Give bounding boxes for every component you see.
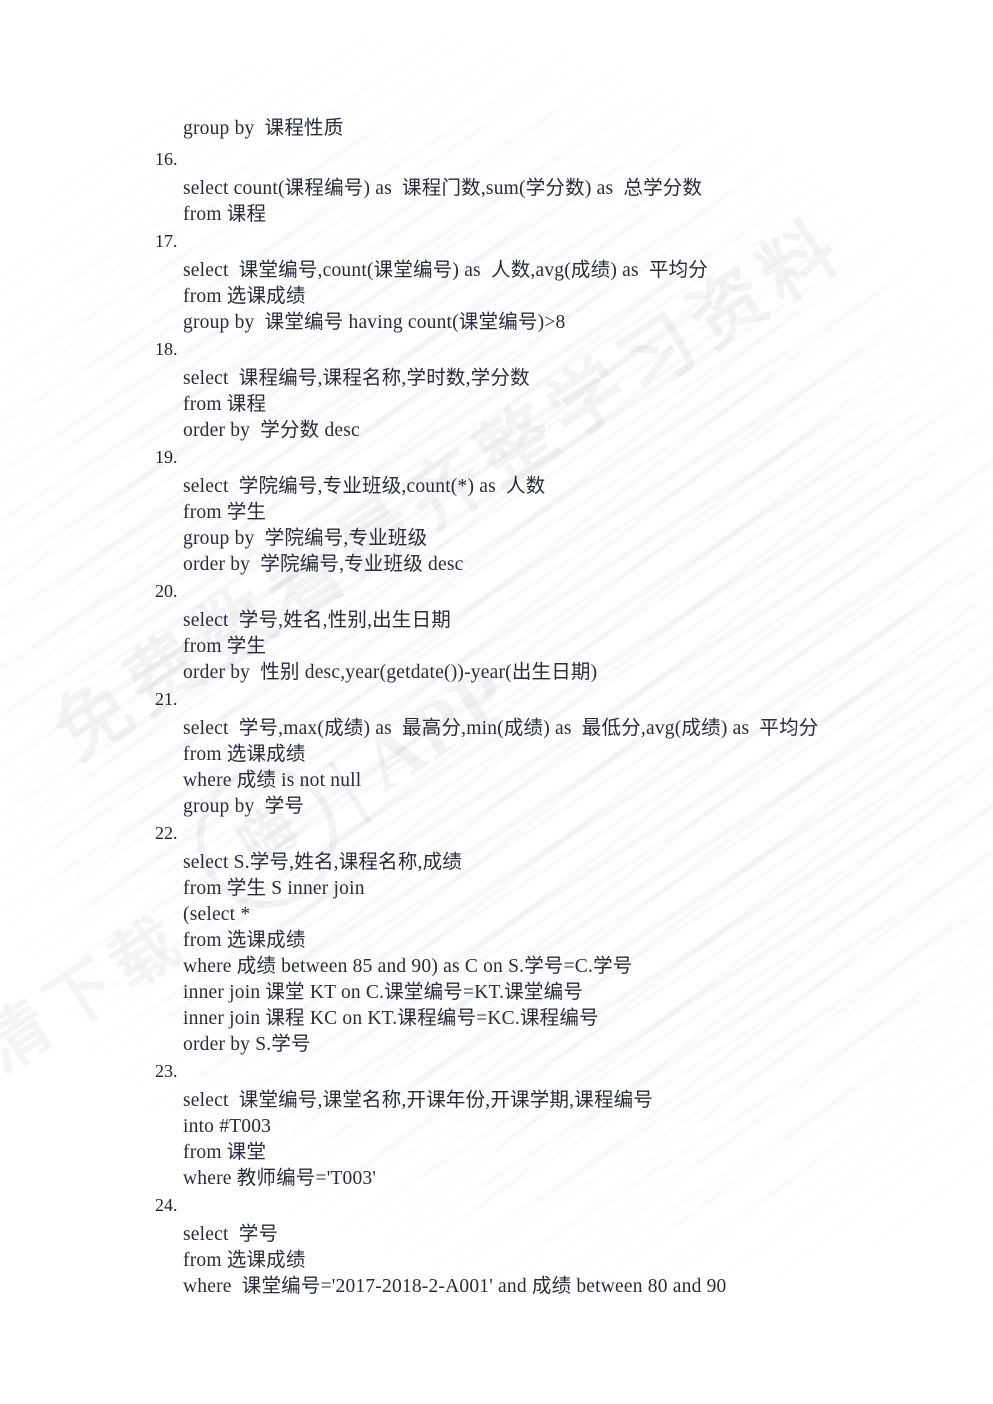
answer-block: 18. select 课程编号,课程名称,学时数,学分数 from 课程 order … xyxy=(0,336,993,444)
question-number: 22. xyxy=(155,823,178,843)
sql-code-line: from 选课成绩 xyxy=(183,930,306,951)
sql-code-line: from 选课成绩 xyxy=(183,744,306,765)
sql-code-line: from 选课成绩 xyxy=(183,286,306,307)
sql-code-line: (select * xyxy=(183,904,251,925)
sql-code-line: where 成绩 between 85 and 90) as C on S.学号… xyxy=(183,956,633,977)
sql-code-line: select count(课程编号) as 课程门数,sum(学分数) as 总… xyxy=(183,178,703,199)
sql-code-line: select S.学号,姓名,课程名称,成绩 xyxy=(183,852,463,873)
continued-code-line: group by 课程性质 xyxy=(183,118,344,139)
sql-code-line: group by 学院编号,专业班级 xyxy=(183,528,428,549)
sql-code-line: order by 性别 desc,year(getdate())-year(出生… xyxy=(183,662,598,683)
sql-code-line: inner join 课堂 KT on C.课堂编号=KT.课堂编号 xyxy=(183,982,584,1003)
sql-code-line: group by 学号 xyxy=(183,796,305,817)
sql-code-line: inner join 课程 KC on KT.课程编号=KC.课程编号 xyxy=(183,1008,599,1029)
page-content: group by 课程性质 16. select count(课程编号) as 课… xyxy=(0,0,993,1300)
question-number: 23. xyxy=(155,1061,178,1081)
sql-code-line: from 课程 xyxy=(183,204,267,225)
sql-code-line: select 学号,max(成绩) as 最高分,min(成绩) as 最低分,… xyxy=(183,718,819,739)
question-number: 19. xyxy=(155,447,178,467)
answer-block: 24. select 学号 from 选课成绩 where 课堂编号='2017-20… xyxy=(0,1192,993,1300)
question-number: 17. xyxy=(155,231,178,251)
sql-code-line: from 课程 xyxy=(183,394,267,415)
question-number: 20. xyxy=(155,581,178,601)
sql-code-line: group by 课堂编号 having count(课堂编号)>8 xyxy=(183,312,566,333)
sql-code-line: from 学生 xyxy=(183,636,267,657)
document-page: 嗨 | APP 免费数看最齐整学习资料 清下载 group by 课程性质 16… xyxy=(0,0,993,1404)
answer-block: 19. select 学院编号,专业班级,count(*) as 人数 from 学… xyxy=(0,444,993,578)
sql-code-line: from 学生 xyxy=(183,502,267,523)
answer-block: 23. select 课堂编号,课堂名称,开课年份,开课学期,课程编号 into #… xyxy=(0,1058,993,1192)
sql-code-line: where 课堂编号='2017-2018-2-A001' and 成绩 bet… xyxy=(183,1276,727,1297)
answer-block: 20. select 学号,姓名,性别,出生日期 from 学生 order by 性… xyxy=(0,578,993,686)
sql-code-line: where 教师编号='T003' xyxy=(183,1168,377,1189)
question-number: 16. xyxy=(155,149,178,169)
sql-code-line: select 学号 xyxy=(183,1224,279,1245)
answer-block: 16. select count(课程编号) as 课程门数,sum(学分数) a… xyxy=(0,146,993,228)
sql-code-line: select 学院编号,专业班级,count(*) as 人数 xyxy=(183,476,546,497)
question-number: 18. xyxy=(155,339,178,359)
sql-code-line: select 课堂编号,count(课堂编号) as 人数,avg(成绩) as… xyxy=(183,260,708,281)
sql-code-line: select 课程编号,课程名称,学时数,学分数 xyxy=(183,368,530,389)
answer-block: 22. select S.学号,姓名,课程名称,成绩 from 学生 S inner… xyxy=(0,820,993,1058)
sql-code-line: select 课堂编号,课堂名称,开课年份,开课学期,课程编号 xyxy=(183,1090,654,1111)
sql-code-line: where 成绩 is not null xyxy=(183,770,362,791)
sql-code-line: from 学生 S inner join xyxy=(183,878,365,899)
sql-code-line: select 学号,姓名,性别,出生日期 xyxy=(183,610,451,631)
question-number: 24. xyxy=(155,1195,178,1215)
answer-block-list: 16. select count(课程编号) as 课程门数,sum(学分数) a… xyxy=(0,146,993,1300)
question-number: 21. xyxy=(155,689,178,709)
answer-block: 17. select 课堂编号,count(课堂编号) as 人数,avg(成绩)… xyxy=(0,228,993,336)
sql-code-line: into #T003 xyxy=(183,1116,272,1137)
answer-block: 21. select 学号,max(成绩) as 最高分,min(成绩) as 最… xyxy=(0,686,993,820)
sql-code-line: from 课堂 xyxy=(183,1142,267,1163)
sql-code-line: order by 学分数 desc xyxy=(183,420,360,441)
sql-code-line: order by S.学号 xyxy=(183,1034,311,1055)
sql-code-line: order by 学院编号,专业班级 desc xyxy=(183,554,464,575)
sql-code-line: from 选课成绩 xyxy=(183,1250,306,1271)
